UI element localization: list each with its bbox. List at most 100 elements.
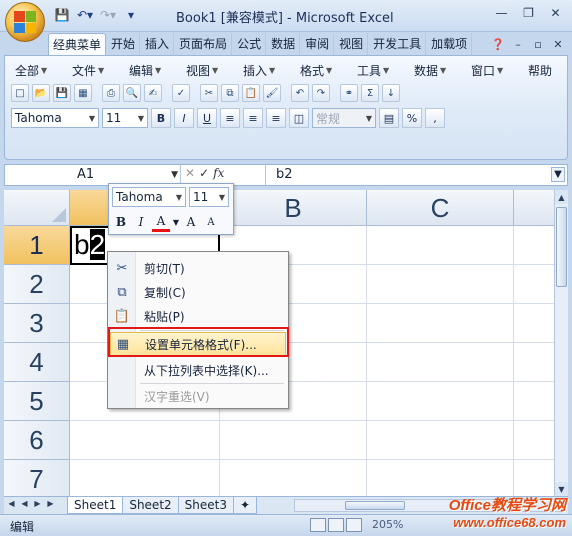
align-center-icon[interactable]: ≡ <box>243 108 263 128</box>
row-header-6[interactable]: 6 <box>4 421 70 460</box>
hyperlink-icon[interactable]: ⚭ <box>340 84 358 102</box>
comma-style-icon[interactable]: , <box>425 108 445 128</box>
tab-page-layout[interactable]: 页面布局 <box>174 33 233 55</box>
tab-classic-menu[interactable]: 经典菜单 <box>48 33 107 55</box>
tab-formulas[interactable]: 公式 <box>232 33 267 55</box>
row-header-5[interactable]: 5 <box>4 382 70 421</box>
column-header-b[interactable]: B <box>220 190 367 226</box>
menu-format[interactable]: 格式 ▼ <box>294 62 351 79</box>
expand-formula-bar-icon[interactable]: ▼ <box>551 167 565 182</box>
new-icon[interactable]: □ <box>11 84 29 102</box>
row-header-2[interactable]: 2 <box>4 265 70 304</box>
paste-icon[interactable]: 📋 <box>242 84 260 102</box>
menu-all[interactable]: 全部 ▼ <box>9 62 66 79</box>
tab-view[interactable]: 视图 <box>334 33 369 55</box>
font-size-combo[interactable]: 11 ▼ <box>102 108 148 128</box>
insert-function-button[interactable]: fx <box>213 166 224 180</box>
mini-italic-button[interactable]: I <box>132 212 150 232</box>
mini-bold-button[interactable]: B <box>112 212 130 232</box>
close-icon[interactable]: ✕ <box>543 3 568 23</box>
currency-icon[interactable]: ▤ <box>379 108 399 128</box>
underline-button[interactable]: U <box>197 108 217 128</box>
formula-input[interactable]: b2 <box>265 165 551 185</box>
tab-home[interactable]: 开始 <box>106 33 141 55</box>
tab-review[interactable]: 审阅 <box>300 33 335 55</box>
menu-insert[interactable]: 插入 ▼ <box>237 62 294 79</box>
normal-view-icon[interactable] <box>310 518 326 532</box>
italic-button[interactable]: I <box>174 108 194 128</box>
grow-font-button[interactable]: A <box>182 212 200 232</box>
tab-developer[interactable]: 开发工具 <box>368 33 427 55</box>
sort-ascending-icon[interactable]: ↓ <box>382 84 400 102</box>
number-format-combo[interactable]: 常规 ▼ <box>312 108 376 128</box>
vertical-scrollbar[interactable]: ▲ ▼ <box>554 190 568 496</box>
print-preview-icon[interactable]: 🔍 <box>123 84 141 102</box>
page-layout-view-icon[interactable] <box>328 518 344 532</box>
menu-help[interactable]: 帮助 <box>522 62 572 79</box>
name-box[interactable]: A1 ▼ <box>5 165 181 185</box>
format-painter-icon[interactable]: 🖌 <box>263 84 281 102</box>
undo-icon[interactable]: ↶▾ <box>75 5 95 25</box>
cancel-icon[interactable]: ✕ <box>185 166 195 180</box>
copy-icon[interactable]: ⧉ <box>221 84 239 102</box>
page-break-view-icon[interactable] <box>346 518 362 532</box>
tab-data[interactable]: 数据 <box>266 33 301 55</box>
scroll-up-icon[interactable]: ▲ <box>555 190 568 204</box>
insert-sheet-icon[interactable]: ✦ <box>232 497 258 514</box>
office-button[interactable] <box>5 2 45 42</box>
select-all-button[interactable] <box>4 190 70 226</box>
menu-item-copy[interactable]: ⧉ 复制(C) <box>110 280 286 304</box>
align-left-icon[interactable]: ≡ <box>220 108 240 128</box>
prev-sheet-icon[interactable]: ◀ <box>19 499 30 508</box>
open-icon[interactable]: 📂 <box>32 84 50 102</box>
sheet-tab-3[interactable]: Sheet3 <box>177 497 234 514</box>
horizontal-scroll-thumb[interactable] <box>345 501 405 510</box>
column-header-d[interactable] <box>514 190 554 226</box>
autosum-icon[interactable]: Σ <box>361 84 379 102</box>
sheet-tab-2[interactable]: Sheet2 <box>122 497 179 514</box>
maximize-icon[interactable]: ❐ <box>516 3 541 23</box>
row-header-7[interactable]: 7 <box>4 460 70 496</box>
menu-edit[interactable]: 编辑 ▼ <box>123 62 180 79</box>
redo-icon[interactable]: ↷ <box>312 84 330 102</box>
menu-data[interactable]: 数据 ▼ <box>408 62 465 79</box>
menu-view[interactable]: 视图 ▼ <box>180 62 237 79</box>
save-icon[interactable]: 💾 <box>53 84 71 102</box>
merge-center-icon[interactable]: ◫ <box>289 108 309 128</box>
cut-icon[interactable]: ✂ <box>200 84 218 102</box>
menu-item-cut[interactable]: ✂ 剪切(T) <box>110 256 286 280</box>
tab-add-ins[interactable]: 加载项 <box>426 33 473 55</box>
help-icon[interactable]: ❓ <box>490 36 506 52</box>
save-icon[interactable]: 💾 <box>52 5 72 25</box>
minimize-icon[interactable]: — <box>489 3 514 23</box>
print-icon[interactable]: ⎙ <box>102 84 120 102</box>
workbook-close-icon[interactable]: ✕ <box>550 36 566 52</box>
spelling-icon[interactable]: ✓ <box>172 84 190 102</box>
font-name-combo[interactable]: Tahoma ▼ <box>11 108 99 128</box>
percent-button[interactable]: % <box>402 108 422 128</box>
menu-item-format-cells[interactable]: ▦ 设置单元格格式(F)... <box>110 332 286 356</box>
shrink-font-button[interactable]: A <box>202 212 220 232</box>
next-sheet-icon[interactable]: ▶ <box>32 499 43 508</box>
undo-icon[interactable]: ↶ <box>291 84 309 102</box>
research-icon[interactable]: ✍ <box>144 84 162 102</box>
align-right-icon[interactable]: ≡ <box>266 108 286 128</box>
permission-icon[interactable]: ▦ <box>74 84 92 102</box>
last-sheet-icon[interactable]: ▶ <box>45 499 56 508</box>
menu-window[interactable]: 窗口 ▼ <box>465 62 522 79</box>
menu-item-paste[interactable]: 📋 粘贴(P) <box>110 304 286 328</box>
sheet-tab-1[interactable]: Sheet1 <box>67 497 124 514</box>
row-header-1[interactable]: 1 <box>4 226 70 265</box>
enter-icon[interactable]: ✓ <box>199 166 209 180</box>
redo-icon[interactable]: ↷▾ <box>98 5 118 25</box>
tab-insert[interactable]: 插入 <box>140 33 175 55</box>
mini-font-size-combo[interactable]: 11 ▼ <box>189 187 229 207</box>
mini-font-color-button[interactable]: A <box>152 212 170 232</box>
workbook-restore-icon[interactable]: ▫ <box>530 36 546 52</box>
zoom-level[interactable]: 205% <box>372 518 403 531</box>
customize-qat-icon[interactable]: ▾ <box>121 5 141 25</box>
row-header-4[interactable]: 4 <box>4 343 70 382</box>
mini-font-name-combo[interactable]: Tahoma ▼ <box>112 187 186 207</box>
row-header-3[interactable]: 3 <box>4 304 70 343</box>
menu-file[interactable]: 文件 ▼ <box>66 62 123 79</box>
